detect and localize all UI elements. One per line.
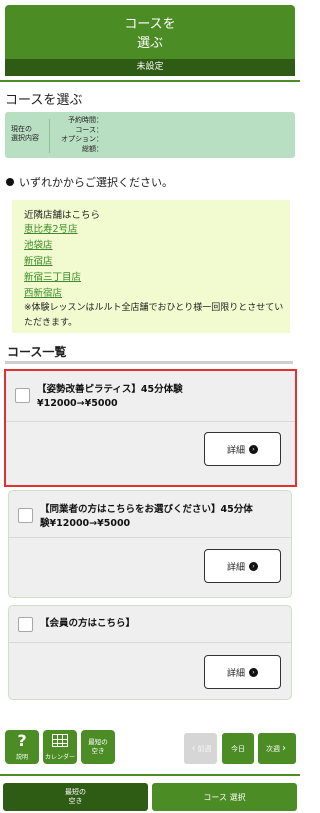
course-checkbox[interactable] [15,388,30,403]
footer-left-label: 最短の 空き [65,788,86,806]
shortest-label-line1: 最短の [88,738,108,746]
footer-right-label: コース 選択 [203,792,246,802]
store-link-shinjuku[interactable]: 新宿店 [24,254,81,270]
store-link-nishishinjuku[interactable]: 西新宿店 [24,286,81,302]
course-detail-button[interactable]: 詳細 › [204,655,281,689]
step-title-line1: コースを [124,17,176,32]
help-label: 説明 [15,754,28,761]
current-selection-box: 現在の 選択内容 予約時間： コース： オプション： 総額： [5,112,295,158]
chevron-right-icon: › [249,444,258,454]
footer-left-line2: 空き [68,797,83,805]
card-divider [9,537,291,538]
card-divider [9,642,291,643]
store-link-ikebukuro[interactable]: 池袋店 [24,238,81,254]
bullet-icon [6,178,14,186]
course-detail-button[interactable]: 詳細 › [204,549,281,583]
store-link-ebisu2[interactable]: 恵比寿2号店 [24,222,81,238]
chevron-right-icon: › [282,743,286,754]
help-button[interactable]: ? 説明 [5,730,39,764]
course-list-underline [5,361,293,364]
shortest-label-line2: 空き [91,747,105,755]
chevron-right-icon: › [249,667,258,677]
footer-tabs: 最短の 空き コース 選択 [0,774,300,813]
step-status: 未設定 [5,59,295,76]
step-header[interactable]: コースを 選ぶ 未設定 [5,5,295,76]
course-title: 【会員の方はこちら】 [40,617,135,631]
course-price: 験¥12000→¥5000 [40,518,131,529]
field-reservation-time: 予約時間： [68,116,103,124]
course-title-line1: 【姿勢改善ピラティス】45分体験 [37,384,183,395]
footer-shortest-availability-tab[interactable]: 最短の 空き [3,783,148,811]
course-title: 【姿勢改善ピラティス】45分体験 ¥12000→¥5000 [37,383,183,411]
field-course: コース： [75,125,103,134]
detail-label: 詳細 [226,668,245,679]
question-icon: ? [17,731,27,750]
notice-note: ※体験レッスンはルルト全店舗でおひとり様一回限りとさせていただきます。 [24,303,284,328]
nearby-stores-notice: 近隣店舗はこちら 恵比寿2号店 池袋店 新宿店 新宿三丁目店 西新宿店 ※体験レ… [12,200,290,333]
shortest-label: 最短の 空き [88,738,108,756]
next-week-button[interactable]: 次週 › [258,733,296,764]
section-title: コースを選ぶ [5,93,83,108]
header-divider [0,80,300,82]
course-card[interactable]: 【同業者の方はこちらをお選びください】45分体 験¥12000→¥5000 詳細… [8,490,292,598]
selection-fields: 予約時間： コース： オプション： 総額： [53,116,103,154]
course-card[interactable]: 【会員の方はこちら】 詳細 › [8,605,292,700]
next-week-label: 次週 [266,744,280,753]
calendar-icon [52,734,68,747]
step-title-line2: 選ぶ [136,36,163,51]
field-option: オプション： [61,135,103,143]
field-total: 総額： [82,144,103,153]
detail-label: 詳細 [226,445,245,456]
store-link-shinjuku-sanchome[interactable]: 新宿三丁目店 [24,270,81,286]
prev-week-button[interactable]: ‹ 前週 [184,733,217,764]
instruction: いずれかからご選択ください。 [6,174,173,190]
store-list: 恵比寿2号店 池袋店 新宿店 新宿三丁目店 西新宿店 [24,222,81,302]
footer-course-select-tab[interactable]: コース 選択 [152,783,297,811]
course-checkbox[interactable] [18,617,33,632]
shortest-availability-button[interactable]: 最短の 空き [81,730,115,764]
notice-heading: 近隣店舗はこちら [24,210,101,221]
course-title-line1: 【同業者の方はこちらをお選びください】45分体 [40,504,253,515]
card-divider [6,421,295,422]
selection-divider [49,119,50,153]
instruction-text: いずれかからご選択ください。 [19,176,173,189]
footer-left-line1: 最短の [65,788,86,796]
course-title-line1: 【会員の方はこちら】 [40,618,136,629]
calendar-button[interactable]: カレンダー [43,730,77,764]
selection-label: 現在の 選択内容 [11,125,39,143]
footer-divider [0,774,300,776]
course-title: 【同業者の方はこちらをお選びください】45分体 験¥12000→¥5000 [40,503,253,531]
prev-week-label: 前週 [197,744,212,753]
detail-label: 詳細 [226,562,245,573]
course-detail-button[interactable]: 詳細 › [204,432,281,466]
step-title: コースを 選ぶ [5,15,295,53]
course-checkbox[interactable] [18,508,33,523]
bottom-toolbar: ? 説明 カレンダー 最短の 空き ‹ 前週 今日 次週 › [0,730,300,772]
course-card[interactable]: 【姿勢改善ピラティス】45分体験 ¥12000→¥5000 詳細 › [4,369,297,487]
course-list-title: コース一覧 [7,345,67,359]
selection-label-line1: 現在の [11,125,32,133]
selection-label-line2: 選択内容 [11,134,39,142]
calendar-label: カレンダー [44,754,75,761]
chevron-right-icon: › [249,561,258,571]
today-button[interactable]: 今日 [222,733,254,764]
course-price: ¥12000→¥5000 [37,398,118,409]
chevron-left-icon: ‹ [191,743,196,754]
today-label: 今日 [231,744,245,753]
